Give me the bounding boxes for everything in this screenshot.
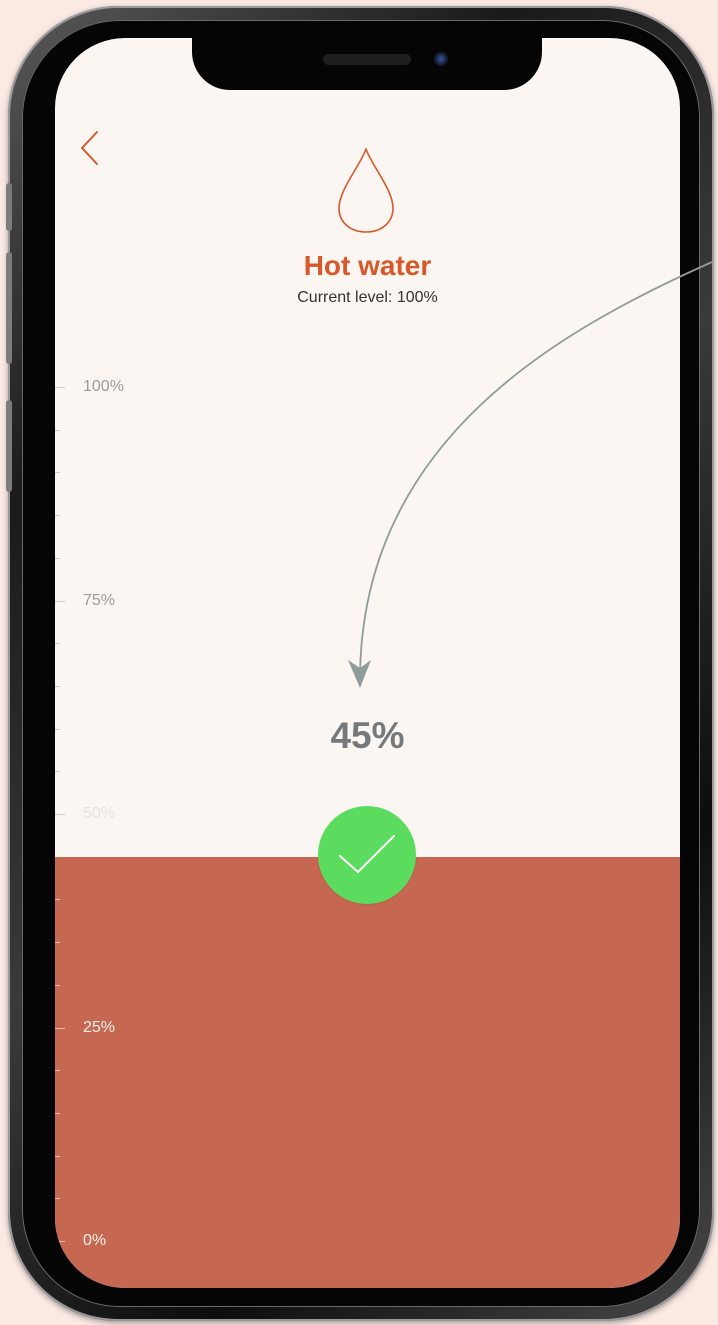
back-button[interactable] (77, 128, 107, 168)
scale-tick (55, 899, 60, 901)
scale-tick (55, 1198, 60, 1200)
level-scale: 100% 75% 50% 25% 0% (55, 38, 155, 1288)
confirm-button[interactable] (318, 806, 416, 904)
scale-label: 25% (83, 1018, 116, 1036)
scale-label: 75% (83, 591, 116, 609)
scale-tick (55, 1241, 65, 1242)
scale-label: 100% (83, 378, 124, 395)
scale-tick (55, 643, 60, 645)
scale-tick (55, 600, 65, 602)
water-drop-icon (338, 148, 394, 233)
scale-tick (55, 1112, 60, 1114)
scale-tick (55, 942, 60, 944)
scale-label: 50% (83, 805, 116, 822)
scale-tick (55, 984, 60, 986)
scale-tick (55, 685, 60, 687)
scale-tick (55, 429, 60, 431)
scale-tick (55, 856, 60, 858)
page-title: Hot water (303, 250, 432, 281)
current-level-text: Current level: 100% (297, 289, 438, 306)
silent-switch (6, 183, 12, 231)
selected-level-value: 45% (330, 715, 405, 756)
scale-tick (55, 814, 65, 815)
scale-label: 0% (83, 1232, 107, 1249)
scale-tick (55, 387, 65, 388)
volume-down-button (6, 400, 12, 492)
scale-tick (55, 1070, 60, 1072)
checkmark-icon (339, 835, 395, 873)
notch (192, 38, 542, 90)
scale-tick (55, 1155, 60, 1157)
chevron-left-icon (81, 131, 98, 165)
scale-tick (55, 771, 60, 773)
scale-tick (55, 472, 60, 474)
volume-up-button (6, 252, 12, 364)
speaker-grille (323, 54, 411, 65)
scale-tick (55, 557, 60, 559)
scale-tick (55, 1027, 65, 1029)
scale-tick (55, 515, 60, 517)
front-camera (434, 52, 448, 66)
app-screen: Hot water Current level: 100% 100% 75% 50%… (55, 38, 680, 1288)
